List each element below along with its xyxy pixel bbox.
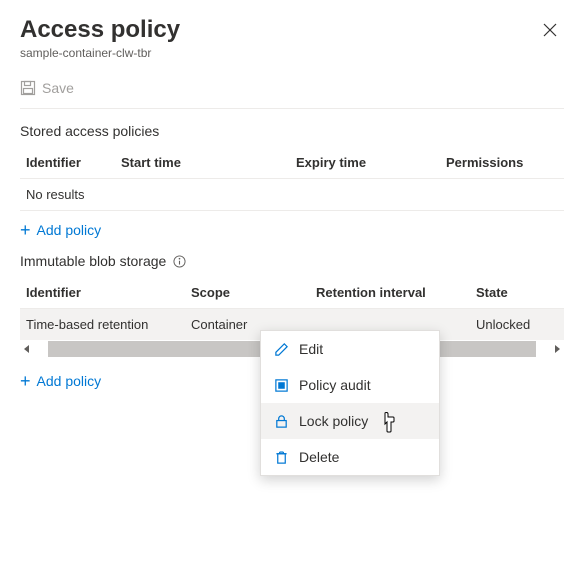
menu-item-policy-audit-label: Policy audit	[299, 377, 371, 393]
stored-access-policies-table: Identifier Start time Expiry time Permis…	[20, 147, 564, 210]
menu-item-delete-label: Delete	[299, 449, 339, 465]
menu-item-lock-policy[interactable]: Lock policy	[261, 403, 439, 439]
cell-state: Unlocked	[470, 309, 564, 341]
info-icon[interactable]	[172, 254, 186, 268]
add-stored-policy-label: Add policy	[37, 222, 102, 238]
save-label: Save	[42, 80, 74, 96]
menu-item-lock-policy-label: Lock policy	[299, 413, 368, 429]
lock-icon	[273, 413, 289, 429]
col-permissions: Permissions	[440, 147, 564, 179]
menu-item-edit-label: Edit	[299, 341, 323, 357]
table-header-row: Identifier Scope Retention interval Stat…	[20, 277, 564, 309]
stored-access-policies-label: Stored access policies	[20, 123, 564, 139]
col-state: State	[470, 277, 564, 309]
menu-item-edit[interactable]: Edit	[261, 331, 439, 367]
col-start-time: Start time	[115, 147, 290, 179]
col-expiry-time: Expiry time	[290, 147, 440, 179]
divider	[20, 210, 564, 211]
menu-item-delete[interactable]: Delete	[261, 439, 439, 475]
plus-icon: +	[20, 372, 31, 390]
col-identifier: Identifier	[20, 147, 115, 179]
container-name: sample-container-clw-tbr	[20, 46, 180, 60]
add-immutable-policy-label: Add policy	[37, 373, 102, 389]
col-scope: Scope	[185, 277, 310, 309]
no-results-row: No results	[20, 179, 564, 211]
page-title: Access policy	[20, 16, 180, 44]
immutable-blob-storage-label: Immutable blob storage	[20, 253, 166, 269]
add-stored-policy-button[interactable]: + Add policy	[20, 221, 564, 239]
plus-icon: +	[20, 221, 31, 239]
table-header-row: Identifier Start time Expiry time Permis…	[20, 147, 564, 179]
no-results-cell: No results	[20, 179, 564, 211]
scroll-left-arrow-icon[interactable]	[20, 342, 34, 356]
col-retention-interval: Retention interval	[310, 277, 470, 309]
audit-icon	[273, 377, 289, 393]
delete-icon	[273, 449, 289, 465]
close-button[interactable]	[536, 16, 564, 44]
col-identifier: Identifier	[20, 277, 185, 309]
cell-identifier: Time-based retention	[20, 309, 185, 341]
menu-item-policy-audit[interactable]: Policy audit	[261, 367, 439, 403]
edit-icon	[273, 341, 289, 357]
divider	[20, 108, 564, 109]
save-button[interactable]: Save	[20, 80, 74, 96]
context-menu: Edit Policy audit Lock policy Delete	[260, 330, 440, 476]
scroll-right-arrow-icon[interactable]	[550, 342, 564, 356]
save-icon	[20, 80, 36, 96]
close-icon	[543, 23, 557, 37]
